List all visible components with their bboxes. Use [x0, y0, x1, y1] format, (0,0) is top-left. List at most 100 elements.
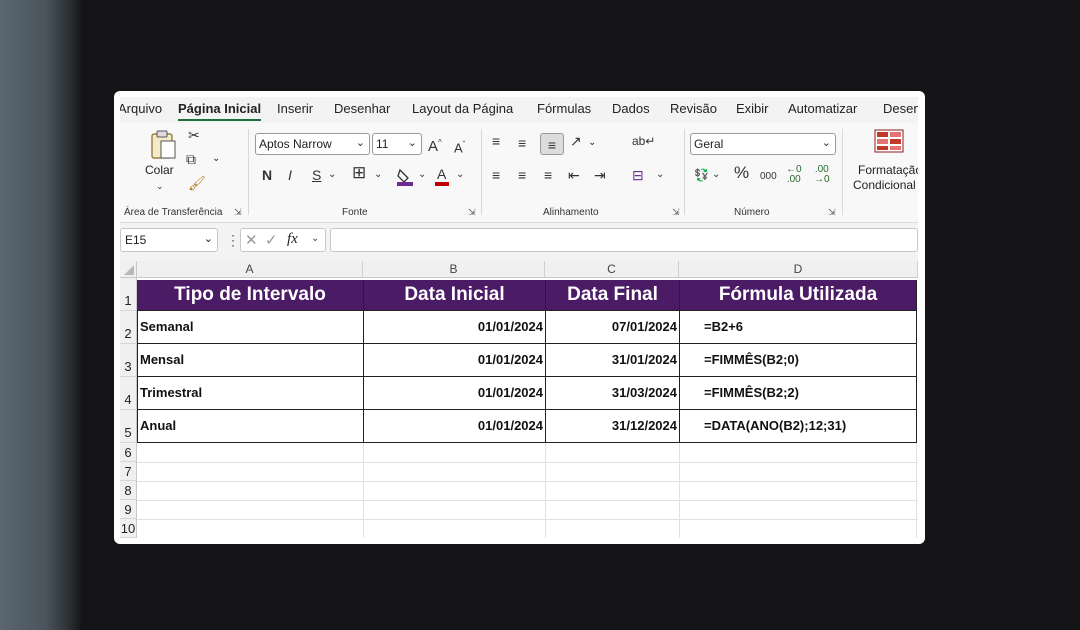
fill-color-icon[interactable] [396, 166, 414, 186]
cell-d3[interactable]: =FIMMÊS(B2;0) [704, 352, 799, 367]
cell-d5[interactable]: =DATA(ANO(B2);12;31) [704, 418, 846, 433]
chevron-down-icon[interactable]: ⌄ [311, 233, 319, 244]
italic-button[interactable]: I [288, 167, 292, 183]
dialog-launcher-icon[interactable]: ⇲ [828, 207, 836, 218]
column-header-b[interactable]: B [363, 261, 545, 278]
formula-input[interactable] [330, 228, 918, 252]
borders-icon[interactable]: ⊞ [352, 164, 366, 181]
align-middle-icon[interactable]: ≡ [518, 135, 526, 151]
row-header-5[interactable]: 5 [120, 410, 137, 443]
cell-c3[interactable]: 31/01/2024 [545, 352, 677, 367]
chevron-down-icon[interactable]: ⌄ [656, 167, 664, 183]
cell-b4[interactable]: 01/01/2024 [363, 385, 543, 400]
tab-desenvolvedor[interactable]: Desen [883, 101, 918, 116]
align-center-icon[interactable]: ≡ [518, 167, 526, 183]
column-header-d[interactable]: D [679, 261, 918, 278]
dialog-launcher-icon[interactable]: ⇲ [672, 207, 680, 218]
currency-icon[interactable]: 💱 [694, 167, 709, 183]
dialog-launcher-icon[interactable]: ⇲ [234, 207, 242, 218]
name-box[interactable]: E15 ⌄ [120, 228, 218, 252]
tab-automatizar[interactable]: Automatizar [788, 101, 857, 116]
merge-center-icon[interactable]: ⊟ [632, 167, 644, 183]
tab-revisao[interactable]: Revisão [670, 101, 717, 116]
align-left-icon[interactable]: ≡ [492, 167, 500, 183]
tab-formulas[interactable]: Fórmulas [537, 101, 591, 116]
row-header-6[interactable]: 6 [120, 443, 137, 462]
dialog-launcher-icon[interactable]: ⇲ [468, 207, 476, 218]
thousands-separator-icon[interactable]: 000 [760, 169, 777, 185]
chevron-down-icon[interactable]: ⌄ [374, 167, 382, 183]
row-header-7[interactable]: 7 [120, 462, 137, 481]
percent-icon[interactable]: % [734, 164, 749, 181]
align-top-icon[interactable]: ≡ [492, 133, 500, 149]
row-header-1[interactable]: 1 [120, 278, 137, 311]
paste-button[interactable] [146, 129, 180, 159]
chevron-down-icon[interactable]: ⌄ [456, 167, 464, 183]
conditional-formatting-icon[interactable] [874, 129, 904, 153]
chevron-down-icon[interactable]: ⌄ [328, 167, 336, 183]
insert-function-button[interactable]: fx [287, 231, 298, 248]
cell-b5[interactable]: 01/01/2024 [363, 418, 543, 433]
cell-d2[interactable]: =B2+6 [704, 319, 743, 334]
cell-a2[interactable]: Semanal [140, 319, 193, 334]
cell-c4[interactable]: 31/03/2024 [545, 385, 677, 400]
orientation-icon[interactable]: ↗ [570, 133, 582, 149]
underline-button[interactable]: S [312, 167, 321, 183]
row-header-9[interactable]: 9 [120, 500, 137, 519]
chevron-down-icon[interactable]: ⌄ [712, 167, 720, 183]
conditional-formatting-label-1[interactable]: Formatação [858, 163, 918, 177]
chevron-down-icon[interactable]: ⌄ [212, 151, 220, 167]
cancel-icon[interactable]: ✕ [245, 231, 258, 249]
cell-b3[interactable]: 01/01/2024 [363, 352, 543, 367]
tab-pagina-inicial[interactable]: Página Inicial [178, 101, 262, 121]
chevron-down-icon[interactable]: ⌄ [418, 167, 426, 183]
font-size-select[interactable]: 11 ⌄ [372, 133, 422, 155]
row-header-8[interactable]: 8 [120, 481, 137, 500]
align-bottom-icon[interactable]: ≡ [540, 133, 564, 155]
number-format-select[interactable]: Geral ⌄ [690, 133, 836, 155]
copy-icon[interactable]: ⧉ [186, 151, 196, 167]
row-header-10[interactable]: 10 [120, 519, 137, 538]
decrease-font-icon[interactable]: Aˇ [454, 137, 465, 156]
header-cell-data-inicial[interactable]: Data Inicial [364, 280, 545, 310]
cell-a5[interactable]: Anual [140, 418, 176, 433]
chevron-down-icon[interactable]: ⌄ [156, 178, 164, 194]
column-header-c[interactable]: C [545, 261, 679, 278]
cell-a3[interactable]: Mensal [140, 352, 184, 367]
chevron-down-icon[interactable]: ⌄ [588, 135, 596, 151]
column-header-a[interactable]: A [137, 261, 363, 278]
tab-arquivo[interactable]: Arquivo [120, 101, 162, 116]
conditional-formatting-label-2[interactable]: Condicional [853, 178, 916, 192]
select-all-corner[interactable] [120, 261, 137, 278]
format-painter-icon[interactable]: 🖌 [188, 175, 206, 191]
tab-desenhar[interactable]: Desenhar [334, 101, 390, 116]
increase-font-icon[interactable]: A^ [428, 135, 442, 155]
row-header-4[interactable]: 4 [120, 377, 137, 410]
cell-b2[interactable]: 01/01/2024 [363, 319, 543, 334]
header-cell-data-final[interactable]: Data Final [546, 280, 679, 310]
bold-button[interactable]: N [262, 167, 272, 183]
font-color-icon[interactable]: A [434, 165, 450, 187]
decrease-indent-icon[interactable]: ⇤ [568, 167, 580, 183]
cell-c2[interactable]: 07/01/2024 [545, 319, 677, 334]
decrease-decimal-icon[interactable]: .00 →0 [814, 165, 830, 185]
tab-layout-da-pagina[interactable]: Layout da Página [412, 101, 513, 116]
increase-indent-icon[interactable]: ⇥ [594, 167, 606, 183]
header-cell-tipo-de-intervalo[interactable]: Tipo de Intervalo [137, 280, 363, 310]
tab-dados[interactable]: Dados [612, 101, 650, 116]
header-cell-formula-utilizada[interactable]: Fórmula Utilizada [680, 280, 916, 310]
wrap-text-icon[interactable]: ab↵ [632, 133, 655, 149]
increase-decimal-icon[interactable]: ←0.00 [786, 165, 802, 185]
align-right-icon[interactable]: ≡ [544, 167, 552, 183]
more-options-icon[interactable]: ⋮ [226, 232, 240, 249]
cell-c5[interactable]: 31/12/2024 [545, 418, 677, 433]
enter-icon[interactable]: ✓ [265, 231, 278, 249]
row-header-3[interactable]: 3 [120, 344, 137, 377]
cell-d4[interactable]: =FIMMÊS(B2;2) [704, 385, 799, 400]
row-header-2[interactable]: 2 [120, 311, 137, 344]
cell-a4[interactable]: Trimestral [140, 385, 202, 400]
cut-icon[interactable]: ✂ [188, 127, 200, 143]
tab-inserir[interactable]: Inserir [277, 101, 313, 116]
font-family-select[interactable]: Aptos Narrow ⌄ [255, 133, 370, 155]
tab-exibir[interactable]: Exibir [736, 101, 769, 116]
